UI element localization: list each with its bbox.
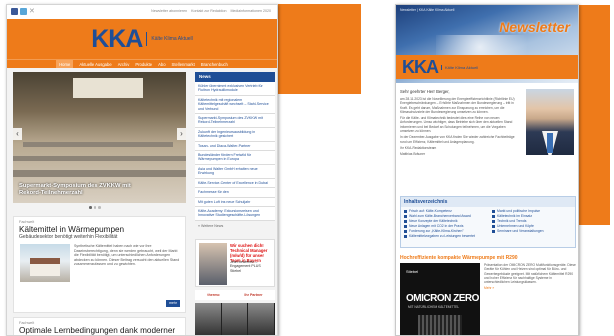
toc-link[interactable]: Seminare und Veranstaltungen: [492, 229, 572, 234]
newsletter-meta: Newsletter | KKA Kälte Klima Aktuell: [400, 8, 455, 12]
slider-dot[interactable]: [89, 206, 92, 209]
toc-column-right: Markt und politische Impulse Kältetechni…: [492, 209, 572, 239]
newsletter-logo-band: KKA Kälte Klima Aktuell: [396, 55, 578, 79]
toplink-media[interactable]: Mediainformationen 2020: [230, 9, 271, 13]
article-category: Fachwelt: [19, 220, 35, 224]
editorial-signature: Ihr KKA-Redaktionsteam: [400, 145, 437, 150]
nav-jobs[interactable]: Stellenmarkt: [172, 60, 195, 68]
news-item[interactable]: Mit guten Luft ins neue Schuljahr: [195, 197, 275, 207]
news-item[interactable]: Supermarkt-Symposium des ZVKKW mit Rekor…: [195, 114, 275, 128]
article-thumbnail[interactable]: [20, 244, 70, 282]
article-card[interactable]: Fachwelt Kältemittel in Wärmepumpen Gebä…: [13, 216, 186, 313]
news-sidebar: News Kühler übernimmt exklusiven Vertrie…: [195, 72, 275, 231]
house-image: [30, 258, 60, 276]
editor-portrait: [526, 89, 574, 155]
editorial-paragraph: Für die Kälte- und Klimatechnik bedeutet…: [400, 116, 513, 134]
nav-products[interactable]: Produkte: [135, 60, 152, 68]
product-advertisement[interactable]: Stiebel OMICRON ZERO MIT NATÜRLICHEM KÄL…: [400, 263, 480, 335]
article-card[interactable]: Fachwelt Optimale Lernbedingungen dank m…: [13, 317, 186, 335]
top-links: Newsletter abonnieren Kontakt zur Redakt…: [151, 9, 271, 13]
sponsor-logo: Ihr Partner: [244, 293, 263, 297]
nav-current-issue[interactable]: Aktuelle Ausgabe: [79, 60, 111, 68]
nav-subscription[interactable]: Abo: [158, 60, 165, 68]
audience-row: [23, 142, 173, 147]
nav-directory[interactable]: Branchenbuch: [201, 60, 228, 68]
article-title[interactable]: Kältemittel in Wärmepumpen: [14, 224, 185, 234]
greeting: Sehr geehrter Herr Berger,: [400, 89, 450, 94]
slider-next-button[interactable]: ›: [177, 128, 186, 140]
toplink-newsletter[interactable]: Newsletter abonnieren: [151, 9, 187, 13]
banner-photo: [195, 303, 222, 335]
slider-prev-button[interactable]: ‹: [13, 128, 22, 140]
logo-subtitle: Kälte Klima Aktuell: [441, 64, 478, 70]
article-subtitle: Gebäudesektor benötigt weiterhin Flexibi…: [19, 234, 118, 240]
news-item[interactable]: Kältetechnik mit regionalem Kältemittelg…: [195, 95, 275, 115]
banner-ad-photos[interactable]: [195, 303, 276, 335]
projection-screen: [73, 78, 143, 98]
slider-caption[interactable]: Supermarkt-Symposium des ZVKKW mit Rekor…: [19, 183, 146, 197]
ad-product-subtitle: MIT NATÜRLICHEM KÄLTEMITTEL: [408, 305, 460, 309]
slider-dot[interactable]: [93, 206, 96, 209]
read-more-button[interactable]: mehr: [166, 300, 180, 307]
news-item[interactable]: Kühler übernimmt exklusiven Vertrieb für…: [195, 82, 275, 96]
news-item[interactable]: Fachmesse für den: [195, 188, 275, 198]
toplink-contact[interactable]: Kontakt zur Redaktion: [191, 9, 226, 13]
heat-pump-unit-image: [418, 315, 462, 335]
kka-logo[interactable]: KKA: [91, 25, 143, 54]
kka-logo[interactable]: KKA: [402, 57, 439, 78]
editorial-author: Matthias Bräuner: [400, 152, 426, 157]
news-item[interactable]: Tosan- und Diaca-Walter-Partner: [195, 141, 275, 152]
news-item[interactable]: Kälte-Service-Center of Excellence in Du…: [195, 178, 275, 189]
section-title[interactable]: Hochreffiziente kompakte Wärmepumpe mit …: [400, 255, 576, 261]
site-topbar: ✕ Newsletter abonnieren Kontakt zur Reda…: [7, 5, 277, 19]
ad-product-name: OMICRON ZERO: [406, 293, 479, 304]
banner-photo: [248, 303, 276, 335]
nav-home[interactable]: Home: [56, 60, 74, 68]
stage: ✕ Newsletter abonnieren Kontakt zur Reda…: [0, 0, 614, 336]
logo-subtitle: Kälte Klima Aktuell: [146, 32, 193, 46]
ad-person-photo: [199, 243, 227, 285]
ad-more-link[interactable]: Mehr »: [484, 286, 576, 290]
slider-dot[interactable]: [98, 206, 101, 209]
banner-photo: [221, 303, 249, 335]
more-news-link[interactable]: » Weitere News: [195, 221, 275, 231]
facebook-icon[interactable]: [11, 8, 18, 15]
toc-heading: Inhaltsverzeichnis: [401, 197, 575, 207]
newsletter-title: Newsletter: [499, 19, 570, 35]
slider-dots[interactable]: [89, 206, 101, 209]
website-screenshot: ✕ Newsletter abonnieren Kontakt zur Reda…: [6, 4, 278, 336]
news-item[interactable]: Kälte-Academy: Exkursionsreisen und Inno…: [195, 206, 275, 221]
editorial-text: Sehr geehrter Herr Berger, am 28.11.2023…: [400, 89, 520, 159]
editorial-paragraph: In der Dezember-Ausgabe von KKA finden S…: [400, 135, 515, 144]
nav-archive[interactable]: Archiv: [118, 60, 130, 68]
article-title[interactable]: Optimale Lernbedingungen dank moderner F…: [14, 325, 185, 335]
newsletter-screenshot: Newsletter | KKA Kälte Klima Aktuell New…: [395, 4, 579, 336]
toc-columns: Frisch auf: Kälte-Kompetenz Wahl zum Käl…: [401, 207, 575, 241]
toc-column-left: Frisch auf: Kälte-Kompetenz Wahl zum Käl…: [404, 209, 484, 239]
ad-brand: Stiebel: [406, 269, 419, 274]
x-icon[interactable]: ✕: [29, 8, 36, 15]
ad-body: Jetzt bewerben – Engagement PLUS Stiebel: [230, 260, 261, 273]
hero-slider[interactable]: ‹ › Supermarkt-Symposium des ZVKKW mit R…: [13, 72, 186, 203]
sponsor-logo: thermo: [207, 293, 220, 297]
ad-description: Präsentation der OMICRON ZERO Multifunkt…: [484, 263, 576, 291]
news-item[interactable]: Asia und Walter GmbH erhalten neue Erwir…: [195, 164, 275, 179]
audience-row: [13, 156, 186, 161]
job-advertisement[interactable]: Wir suchen dich! Technical Manager (m/w/…: [195, 239, 275, 287]
toc-link[interactable]: Kältemittelvorgaben zu Leistungen bewert…: [404, 234, 484, 239]
table-of-contents: Inhaltsverzeichnis Frisch auf: Kälte-Kom…: [400, 196, 576, 248]
portrait-tie: [547, 133, 553, 153]
twitter-icon[interactable]: [20, 8, 27, 15]
main-nav: Home Aktuelle Ausgabe Archiv Produkte Ab…: [7, 59, 277, 68]
news-heading: News: [195, 72, 275, 82]
ad-description-text: Präsentation der OMICRON ZERO Multifunkt…: [484, 263, 576, 285]
article-teaser: Synthetische Kältemittel haben nach wie …: [74, 244, 180, 267]
article-category: Fachwelt: [19, 321, 35, 325]
news-item[interactable]: Zukunft der Ingenieursausbildung in Kält…: [195, 127, 275, 142]
site-header: KKA Kälte Klima Aktuell: [7, 19, 277, 59]
sponsor-logos[interactable]: thermo Ihr Partner: [195, 290, 275, 300]
news-item[interactable]: Bundesländer fördern Freiwild für Wärmep…: [195, 151, 275, 165]
editorial-paragraph: am 28.11.2023 ist die Novellierung der E…: [400, 97, 515, 114]
audience-row: [13, 170, 186, 177]
